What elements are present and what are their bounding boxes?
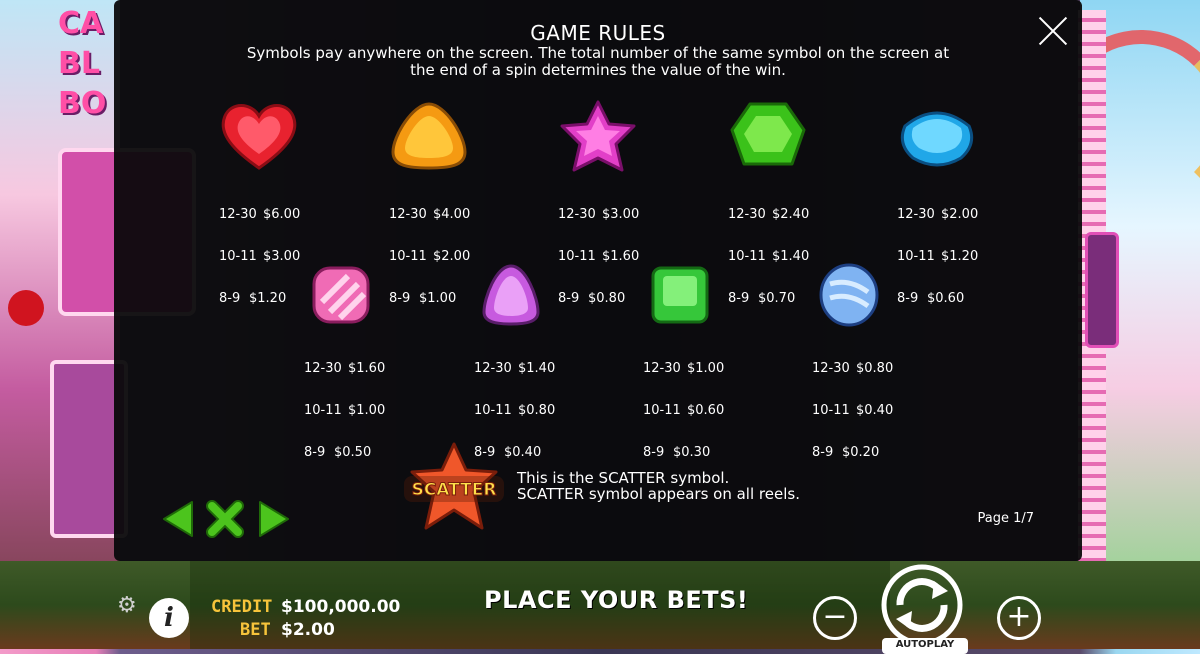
dialog-title: GAME RULES xyxy=(530,21,666,45)
payout-list: 12-30 $3.00 10-11 $1.60 8-9 $0.80 xyxy=(558,207,640,306)
bet-value: $2.00 xyxy=(281,620,335,640)
page-navigation xyxy=(160,500,290,538)
page-indicator: Page 1/7 xyxy=(977,511,1034,526)
pink-striped-candy-icon xyxy=(312,266,370,324)
scatter-star-icon: SCATTER xyxy=(404,442,504,530)
game-rules-dialog: GAME RULES Symbols pay anywhere on the s… xyxy=(114,0,1082,561)
orange-triangle-candy-icon xyxy=(391,102,467,170)
scatter-label: SCATTER xyxy=(412,480,497,500)
payout-list: 12-30 $4.00 10-11 $2.00 8-9 $1.00 xyxy=(389,207,471,306)
settings-gear-icon[interactable]: ⚙ xyxy=(117,593,137,618)
payout-list: 12-30 $2.40 10-11 $1.40 8-9 $0.70 xyxy=(728,207,810,306)
status-message: PLACE YOUR BETS! xyxy=(484,586,749,614)
increase-bet-button[interactable]: + xyxy=(997,596,1041,640)
info-button[interactable]: i xyxy=(149,598,189,638)
cherry-decoration xyxy=(8,290,44,326)
autoplay-button[interactable]: AUTOPLAY xyxy=(882,638,968,654)
purple-gumdrop-candy-icon xyxy=(482,264,540,326)
payout-list: 12-30 $1.00 10-11 $0.60 8-9 $0.30 xyxy=(643,361,725,460)
green-square-candy-icon xyxy=(651,266,709,324)
bet-label: BET xyxy=(240,620,271,640)
credit-label: CREDIT xyxy=(211,597,273,617)
scatter-description: This is the SCATTER symbol. SCATTER symb… xyxy=(517,470,800,502)
close-rules-x-icon[interactable] xyxy=(206,500,244,538)
payout-list: 12-30 $2.00 10-11 $1.20 8-9 $0.60 xyxy=(897,207,979,306)
game-logo: CA BL BO xyxy=(58,6,107,121)
scatter-line-1: This is the SCATTER symbol. xyxy=(517,469,730,487)
side-button xyxy=(1085,232,1119,348)
green-hexagon-candy-icon xyxy=(730,102,806,166)
pink-star-candy-icon xyxy=(560,100,636,172)
credit-value: $100,000.00 xyxy=(281,597,401,617)
payout-list: 12-30 $6.00 10-11 $3.00 8-9 $1.20 xyxy=(219,207,301,306)
payout-list: 12-30 $0.80 10-11 $0.40 8-9 $0.20 xyxy=(812,361,894,460)
payout-list: 12-30 $1.60 10-11 $1.00 8-9 $0.50 xyxy=(304,361,386,460)
red-heart-candy-icon xyxy=(221,104,297,170)
spin-button[interactable] xyxy=(870,561,974,647)
blue-square-candy-icon xyxy=(900,111,974,167)
blue-oval-candy-icon xyxy=(819,263,879,327)
previous-page-arrow-icon[interactable] xyxy=(160,500,196,538)
next-page-arrow-icon[interactable] xyxy=(256,500,292,538)
decrease-bet-button[interactable]: − xyxy=(813,596,857,640)
scatter-line-2: SCATTER symbol appears on all reels. xyxy=(517,485,800,503)
rules-description: Symbols pay anywhere on the screen. The … xyxy=(246,44,950,79)
